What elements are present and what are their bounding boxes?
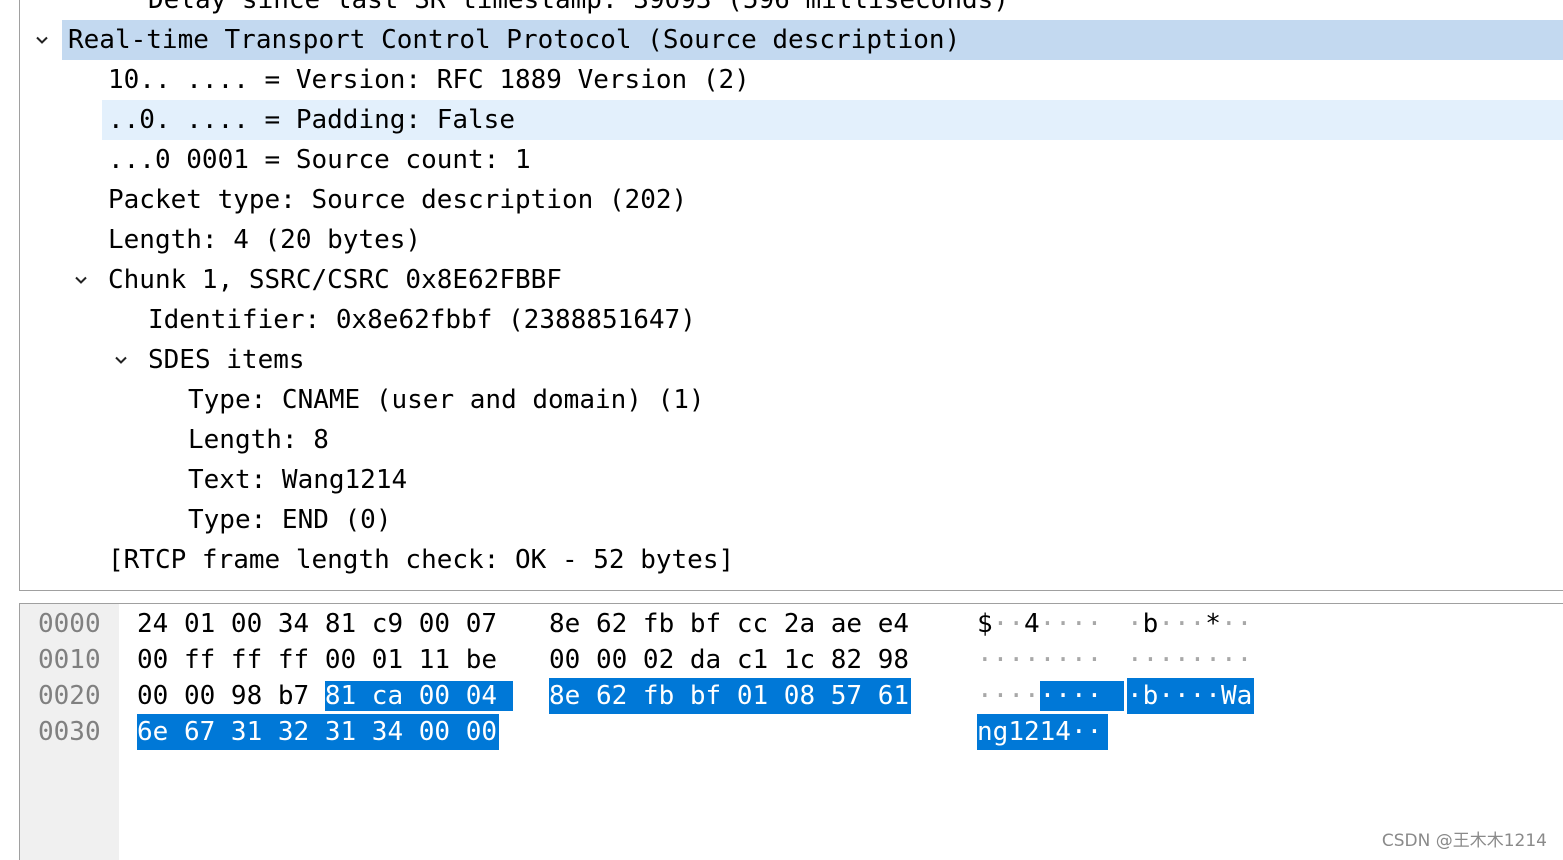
hex-bytes-group-b-highlighted[interactable]: 8e 62 fb bf 01 08 57 61 xyxy=(549,678,912,714)
tree-row-padding[interactable]: ..0. .... = Padding: False xyxy=(102,100,1563,140)
tree-row-source-count[interactable]: ...0 0001 = Source count: 1 xyxy=(20,140,1563,180)
tree-row-label: Length: 4 (20 bytes) xyxy=(108,225,422,255)
tree-row-item-length[interactable]: Length: 8 xyxy=(20,420,1563,460)
ascii-group-b[interactable]: ·b···*·· xyxy=(1127,606,1252,642)
ascii-group-b[interactable]: ········ xyxy=(1127,642,1252,678)
watermark: CSDN @王木木1214 xyxy=(1381,831,1547,851)
tree-row-label: Type: END (0) xyxy=(188,505,392,535)
tree-row-type-end[interactable]: Type: END (0) xyxy=(20,500,1563,540)
hex-bytes-group-b[interactable]: 8e 62 fb bf cc 2a ae e4 xyxy=(549,606,909,642)
hex-bytes-group-a[interactable]: 24 01 00 34 81 c9 00 07 xyxy=(137,606,497,642)
tree-row-text[interactable]: Text: Wang1214 xyxy=(20,460,1563,500)
tree-row-label: Chunk 1, SSRC/CSRC 0x8E62FBBF xyxy=(108,265,562,295)
tree-row-rtcp[interactable]: Real-time Transport Control Protocol (So… xyxy=(36,20,1563,60)
hex-bytes-group-a-highlighted[interactable]: 6e 67 31 32 31 34 00 00 xyxy=(137,714,500,750)
tree-row-identifier[interactable]: Identifier: 0x8e62fbbf (2388851647) xyxy=(20,300,1563,340)
hex-offset: 0030 xyxy=(38,717,101,747)
tree-row-label: ...0 0001 = Source count: 1 xyxy=(108,145,531,175)
hex-bytes-group-a[interactable]: 00 00 98 b7 81 ca 00 04 xyxy=(137,678,514,714)
tree-row-label: [RTCP frame length check: OK - 52 bytes] xyxy=(108,545,735,575)
ascii-group-a-highlighted[interactable]: ng1214·· xyxy=(977,714,1109,750)
tree-row-label: Real-time Transport Control Protocol (So… xyxy=(68,25,961,55)
hex-offset: 0010 xyxy=(38,645,101,675)
tree-row-label: SDES items xyxy=(148,345,305,375)
chevron-down-icon[interactable] xyxy=(30,20,54,60)
tree-row-label: Delay since last SR timestamp: 39093 (59… xyxy=(148,0,1009,15)
hex-bytes-plain[interactable]: 00 00 98 b7 xyxy=(137,681,325,711)
tree-row-label: Length: 8 xyxy=(188,425,329,455)
tree-row-label: Type: CNAME (user and domain) (1) xyxy=(188,385,705,415)
tree-row-label: Identifier: 0x8e62fbbf (2388851647) xyxy=(148,305,696,335)
tree-row-delay-since-last-sr[interactable]: Delay since last SR timestamp: 39093 (59… xyxy=(20,0,1563,20)
chevron-down-icon[interactable] xyxy=(109,340,133,380)
packet-bytes-pane[interactable]: 0000 0010 0020 0030 24 01 00 34 81 c9 00… xyxy=(19,603,1563,860)
packet-details-pane[interactable]: Delay since last SR timestamp: 39093 (59… xyxy=(19,0,1563,591)
tree-row-label: Text: Wang1214 xyxy=(188,465,408,495)
chevron-down-icon[interactable] xyxy=(69,260,93,300)
tree-row-frame-length-check[interactable]: [RTCP frame length check: OK - 52 bytes] xyxy=(20,540,1563,580)
ascii-group-a[interactable]: $··4···· xyxy=(977,606,1102,642)
tree-row-type-cname[interactable]: Type: CNAME (user and domain) (1) xyxy=(20,380,1563,420)
ascii-group-a[interactable]: ········ xyxy=(977,642,1102,678)
hex-bytes-highlighted[interactable]: 81 ca 00 04 xyxy=(324,681,514,711)
tree-row-sdes-items[interactable]: SDES items xyxy=(20,340,1563,380)
tree-row-label: 10.. .... = Version: RFC 1889 Version (2… xyxy=(108,65,750,95)
tree-row-length[interactable]: Length: 4 (20 bytes) xyxy=(20,220,1563,260)
tree-row-label: Packet type: Source description (202) xyxy=(108,185,688,215)
tree-row-version[interactable]: 10.. .... = Version: RFC 1889 Version (2… xyxy=(20,60,1563,100)
ascii-group-a[interactable]: ········ xyxy=(977,678,1125,714)
ascii-plain[interactable]: ···· xyxy=(977,681,1040,711)
tree-row-label: ..0. .... = Padding: False xyxy=(108,105,515,135)
hex-bytes-group-b[interactable]: 00 00 02 da c1 1c 82 98 xyxy=(549,642,909,678)
hex-offset: 0000 xyxy=(38,609,101,639)
hex-bytes-group-a[interactable]: 00 ff ff ff 00 01 11 be xyxy=(137,642,497,678)
ascii-group-b-highlighted[interactable]: ·b····Wa xyxy=(1127,678,1255,714)
hex-offset: 0020 xyxy=(38,681,101,711)
ascii-highlighted[interactable]: ···· xyxy=(1039,681,1125,711)
tree-row-packet-type[interactable]: Packet type: Source description (202) xyxy=(20,180,1563,220)
tree-row-chunk-1[interactable]: Chunk 1, SSRC/CSRC 0x8E62FBBF xyxy=(20,260,1563,300)
